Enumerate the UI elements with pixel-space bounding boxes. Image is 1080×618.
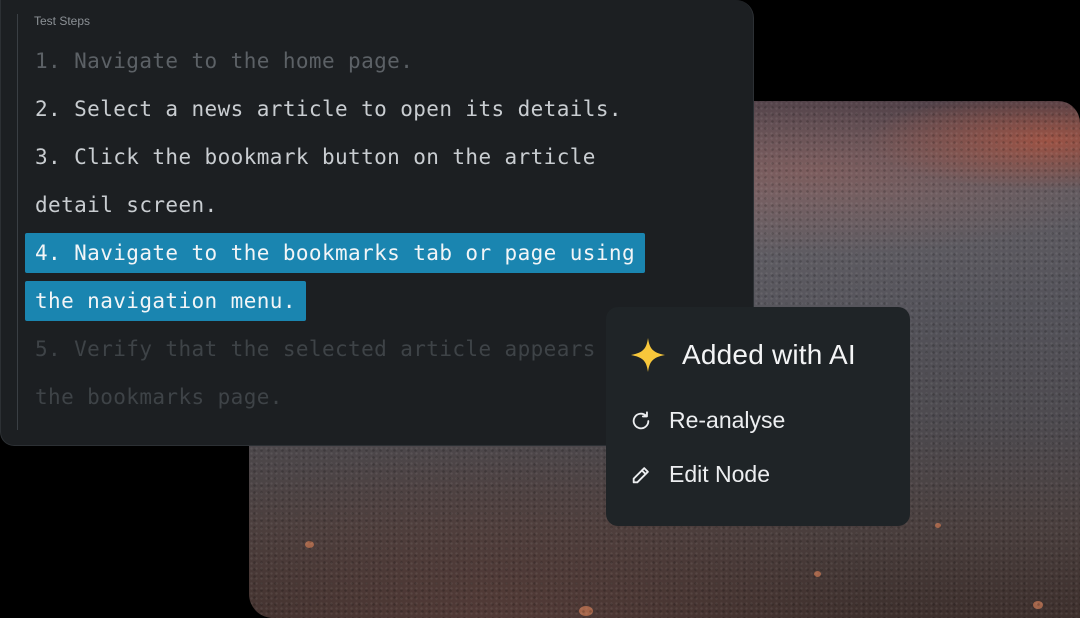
pencil-icon — [632, 466, 649, 483]
ai-menu-title: Added with AI — [682, 339, 856, 370]
selected-step-text: 4. Navigate to the bookmarks tab or page… — [25, 233, 645, 273]
edit-node-button[interactable]: Edit Node — [630, 461, 770, 488]
step-line[interactable]: 2. Select a news article to open its det… — [25, 85, 725, 133]
step-text: 5. Verify that the selected article appe… — [35, 337, 635, 361]
ai-context-menu: Added with AI Re-analyse Edit Node — [606, 307, 910, 526]
refresh-icon — [632, 410, 650, 429]
pebble — [1033, 601, 1043, 609]
pebble — [814, 571, 821, 577]
panel-rail — [17, 14, 18, 430]
step-text: detail screen. — [35, 193, 218, 217]
step-text: 1. Navigate to the home page. — [35, 49, 414, 73]
pebble — [935, 523, 941, 528]
step-text: the bookmarks page. — [35, 385, 283, 409]
pebble — [579, 606, 593, 616]
step-text: 2. Select a news article to open its det… — [35, 97, 622, 121]
step-line[interactable]: detail screen. — [25, 181, 725, 229]
step-text: 3. Click the bookmark button on the arti… — [35, 145, 596, 169]
selected-step-text: the navigation menu. — [25, 281, 306, 321]
step-line[interactable]: 3. Click the bookmark button on the arti… — [25, 133, 725, 181]
sparkle-icon — [631, 338, 665, 372]
panel-title: Test Steps — [34, 14, 91, 28]
re-analyse-button[interactable]: Re-analyse — [630, 407, 785, 434]
pebble — [305, 541, 314, 548]
edit-node-label: Edit Node — [669, 461, 771, 487]
step-line[interactable]: 1. Navigate to the home page. — [25, 37, 725, 85]
ai-menu-header: Added with AI — [630, 337, 856, 373]
step-line-selected[interactable]: 4. Navigate to the bookmarks tab or page… — [25, 229, 725, 277]
re-analyse-label: Re-analyse — [669, 407, 786, 433]
